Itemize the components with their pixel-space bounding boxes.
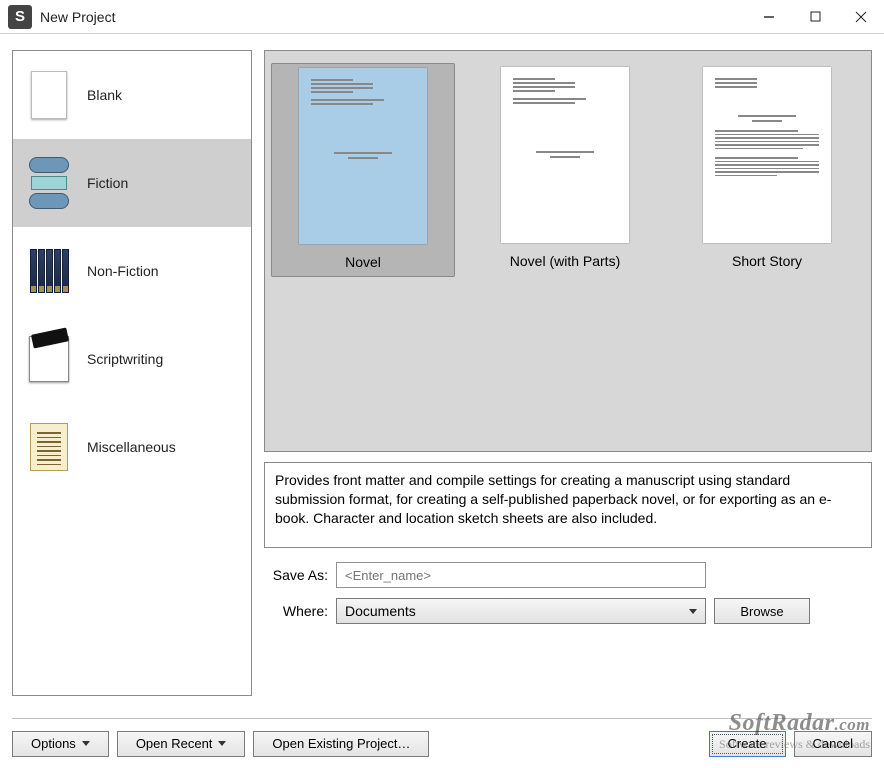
template-thumbnail: [703, 67, 831, 243]
template-item-novel-with-parts[interactable]: Novel (with Parts): [473, 63, 657, 275]
category-label: Blank: [87, 87, 122, 103]
save-as-input[interactable]: [336, 562, 706, 588]
category-sidebar: Blank Fiction Non-Fiction Scriptwriting …: [12, 50, 252, 696]
category-item-blank[interactable]: Blank: [13, 51, 251, 139]
save-as-label: Save As:: [264, 567, 328, 583]
browse-label: Browse: [740, 604, 783, 619]
template-grid: Novel Novel (with Parts): [264, 50, 872, 452]
options-label: Options: [31, 736, 76, 751]
where-label: Where:: [264, 603, 328, 619]
nonfiction-volumes-icon: [27, 243, 71, 299]
options-button[interactable]: Options: [12, 731, 109, 757]
app-icon: S: [8, 5, 32, 29]
where-select[interactable]: Documents: [336, 598, 706, 624]
maximize-button[interactable]: [792, 0, 838, 34]
open-recent-label: Open Recent: [136, 736, 213, 751]
chevron-down-icon: [218, 741, 226, 746]
titlebar: S New Project: [0, 0, 884, 34]
browse-button[interactable]: Browse: [714, 598, 810, 624]
open-existing-label: Open Existing Project…: [272, 736, 410, 751]
category-item-scriptwriting[interactable]: Scriptwriting: [13, 315, 251, 403]
template-label: Short Story: [732, 253, 802, 269]
cancel-button[interactable]: Cancel: [794, 731, 872, 757]
clapperboard-icon: [27, 331, 71, 387]
category-item-miscellaneous[interactable]: Miscellaneous: [13, 403, 251, 491]
category-label: Non-Fiction: [87, 263, 159, 279]
parchment-icon: [27, 419, 71, 475]
template-thumbnail: [501, 67, 629, 243]
create-label: Create: [728, 736, 767, 751]
bottom-bar: Options Open Recent Open Existing Projec…: [12, 718, 872, 758]
template-label: Novel: [345, 254, 381, 270]
close-button[interactable]: [838, 0, 884, 34]
category-label: Fiction: [87, 175, 128, 191]
minimize-button[interactable]: [746, 0, 792, 34]
category-label: Scriptwriting: [87, 351, 163, 367]
open-existing-button[interactable]: Open Existing Project…: [253, 731, 429, 757]
where-value: Documents: [345, 603, 416, 619]
blank-doc-icon: [27, 67, 71, 123]
category-item-nonfiction[interactable]: Non-Fiction: [13, 227, 251, 315]
window-title: New Project: [40, 9, 115, 25]
category-label: Miscellaneous: [87, 439, 176, 455]
cancel-label: Cancel: [813, 736, 853, 751]
template-item-short-story[interactable]: Short Story: [675, 63, 859, 275]
open-recent-button[interactable]: Open Recent: [117, 731, 246, 757]
template-label: Novel (with Parts): [510, 253, 620, 269]
save-as-row: Save As:: [264, 562, 872, 588]
category-item-fiction[interactable]: Fiction: [13, 139, 251, 227]
where-row: Where: Documents Browse: [264, 598, 872, 624]
create-button[interactable]: Create: [709, 731, 786, 757]
fiction-books-icon: [27, 155, 71, 211]
chevron-down-icon: [82, 741, 90, 746]
template-item-novel[interactable]: Novel: [271, 63, 455, 277]
template-thumbnail: [299, 68, 427, 244]
chevron-down-icon: [689, 609, 697, 614]
template-description: Provides front matter and compile settin…: [264, 462, 872, 548]
